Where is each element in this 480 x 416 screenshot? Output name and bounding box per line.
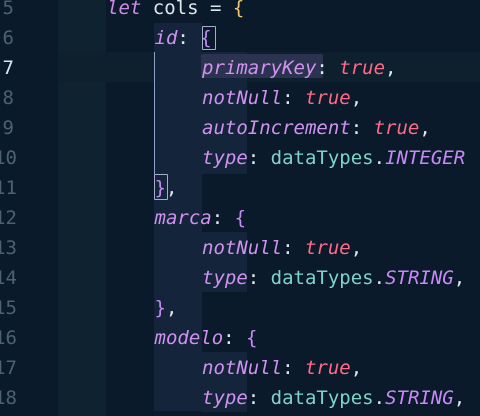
code-text: type: dataTypes.STRING, — [202, 263, 465, 293]
line-number: 9 — [2, 117, 14, 139]
code-token: : — [282, 237, 305, 259]
line-number: 14 — [0, 267, 17, 289]
code-token: STRING — [385, 267, 454, 289]
line-number: 11 — [0, 177, 17, 199]
line-number: 13 — [0, 237, 17, 259]
code-token: notNull — [202, 237, 283, 259]
code-text: primaryKey: true, — [202, 53, 397, 83]
matching-bracket-highlight — [154, 174, 168, 200]
code-token: : — [247, 267, 271, 289]
code-token: true — [373, 117, 420, 139]
code-token: . — [373, 267, 386, 289]
line-number: 15 — [0, 297, 17, 319]
code-token: , — [453, 267, 466, 289]
code-token: , — [453, 387, 466, 409]
code-token: notNull — [202, 87, 283, 109]
line-number: 5 — [2, 0, 14, 19]
code-token: = — [209, 0, 222, 19]
code-text: type: dataTypes.STRING, — [202, 383, 465, 413]
code-text: type: dataTypes.INTEGER — [202, 143, 465, 173]
code-token: true — [304, 237, 351, 259]
code-token: INTEGER — [385, 147, 466, 169]
code-line[interactable]: 16 modelo: { — [0, 323, 480, 353]
code-token: , — [385, 57, 397, 79]
code-line[interactable]: 11}, — [0, 173, 480, 203]
code-token: dataTypes — [270, 267, 374, 289]
matching-bracket-highlight — [202, 26, 216, 50]
code-token: , — [350, 357, 363, 379]
code-text: notNull: true, — [202, 83, 362, 113]
code-token: modelo — [154, 327, 224, 349]
code-token: : — [177, 27, 201, 49]
line-number: 6 — [2, 27, 14, 49]
code-token: : — [211, 207, 235, 229]
code-token: id — [154, 27, 178, 49]
code-line[interactable]: 9 autoIncrement: true, — [0, 113, 480, 143]
code-text: autoIncrement: true, — [202, 113, 431, 143]
code-token: , — [165, 297, 178, 319]
code-text: notNull: true, — [202, 353, 362, 383]
code-token: dataTypes — [270, 387, 374, 409]
code-line[interactable]: 13 notNull: true, — [0, 233, 480, 263]
code-token: : — [223, 327, 247, 349]
code-token: . — [373, 387, 386, 409]
code-token: type — [202, 387, 248, 409]
code-token: : — [247, 147, 271, 169]
line-number: 16 — [0, 327, 17, 349]
code-line[interactable]: 7 primaryKey: true, — [0, 53, 480, 83]
code-token: : — [282, 357, 305, 379]
line-number: 10 — [0, 147, 17, 169]
code-token: { — [246, 327, 258, 349]
code-token: cols — [141, 0, 210, 19]
code-token: true — [304, 87, 351, 109]
code-line[interactable]: 10 type: dataTypes.INTEGER — [0, 143, 480, 173]
code-token: marca — [154, 207, 212, 229]
code-token: , — [350, 87, 363, 109]
code-text: marca: { — [155, 203, 247, 233]
code-token: : — [350, 117, 374, 139]
code-text: let cols = { — [107, 0, 244, 23]
code-line[interactable]: 5 let cols = { — [0, 0, 480, 23]
code-token: } — [154, 297, 166, 319]
code-token: dataTypes — [270, 147, 374, 169]
code-token: primaryKey — [202, 57, 317, 79]
code-text: }, — [155, 293, 178, 323]
line-number: 8 — [2, 87, 14, 109]
code-line[interactable]: 12 marca: { — [0, 203, 480, 233]
code-token: : — [282, 87, 305, 109]
code-token: . — [373, 147, 386, 169]
code-text: modelo: { — [155, 323, 258, 353]
code-editor[interactable]: 5 let cols = {6 id: {7 primaryKey: true, 8 no… — [0, 0, 480, 416]
line-number: 18 — [0, 387, 17, 409]
code-token: { — [234, 207, 247, 229]
line-number: 17 — [0, 357, 17, 379]
line-number: 7 — [2, 57, 14, 79]
code-token: true — [304, 357, 351, 379]
code-token: true — [339, 57, 386, 79]
code-line[interactable]: 18 type: dataTypes.STRING, — [0, 383, 480, 413]
code-token: STRING — [385, 387, 454, 409]
code-token: , — [350, 237, 363, 259]
line-number: 12 — [0, 207, 17, 229]
code-token: type — [202, 147, 248, 169]
code-token: : — [316, 57, 340, 79]
code-token: : — [247, 387, 271, 409]
code-line[interactable]: 6 id: { — [0, 23, 480, 53]
code-token: , — [419, 117, 431, 139]
code-token: { — [232, 0, 245, 19]
code-line[interactable]: 8 notNull: true, — [0, 83, 480, 113]
code-line[interactable]: 15}, — [0, 293, 480, 323]
code-token: type — [202, 267, 248, 289]
code-line[interactable]: 17 notNull: true, — [0, 353, 480, 383]
code-token: let — [107, 0, 142, 19]
code-text: notNull: true, — [202, 233, 362, 263]
code-token: notNull — [202, 357, 283, 379]
code-line[interactable]: 14 type: dataTypes.STRING, — [0, 263, 480, 293]
code-token: autoIncrement — [202, 117, 351, 139]
